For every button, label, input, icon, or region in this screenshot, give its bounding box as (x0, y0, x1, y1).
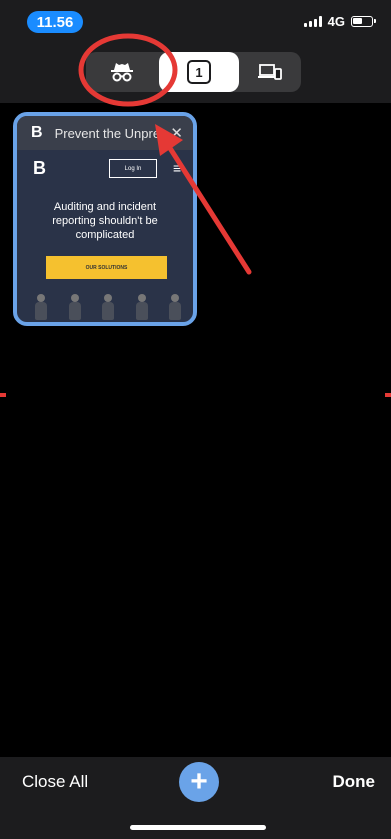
site-login-button: Log In (109, 159, 157, 178)
top-chrome: 11.56 4G 1 (0, 0, 391, 103)
status-indicators: 4G (303, 14, 376, 29)
close-all-button[interactable]: Close All (22, 772, 88, 792)
person-figure (33, 294, 49, 322)
tab-count-badge: 1 (187, 60, 211, 84)
tab-card[interactable]: B Prevent the Unpredictable ✕ B Log In ≡… (13, 112, 197, 326)
battery-icon (351, 16, 376, 27)
tab-switcher-screen: 11.56 4G 1 B Prevent the Unpr ✕ B Log In… (0, 0, 391, 839)
headline-line: complicated (75, 229, 135, 241)
annotation-edge-mark-right (385, 393, 391, 397)
headline-line: reporting shouldn't be (52, 215, 158, 227)
person-figure (134, 294, 150, 322)
battery-fill (353, 18, 362, 24)
page-preview-headline: Auditing and incident reporting shouldn'… (17, 200, 193, 242)
person-figure (100, 294, 116, 322)
site-cta-button: OUR SOLUTIONS (46, 256, 167, 279)
done-button[interactable]: Done (333, 772, 376, 792)
annotation-edge-mark-left (0, 393, 6, 397)
new-tab-button[interactable]: + (179, 762, 219, 802)
bottom-toolbar: Close All + Done (0, 757, 391, 839)
other-devices-button[interactable] (239, 52, 301, 92)
status-time: 11.56 (27, 11, 83, 33)
signal-icon (303, 16, 322, 27)
person-figure (167, 294, 183, 322)
tab-title: Prevent the Unpredictable (54, 125, 159, 141)
incognito-tabs-button[interactable] (86, 52, 158, 92)
hamburger-menu-icon: ≡ (173, 160, 182, 176)
tab-mode-switcher: 1 (86, 52, 301, 92)
tab-card-header: B Prevent the Unpredictable ✕ (17, 116, 193, 150)
close-tab-button[interactable]: ✕ (170, 124, 183, 142)
person-figure (67, 294, 83, 322)
open-tabs-button[interactable]: 1 (159, 52, 239, 92)
page-preview-nav: B Log In ≡ (17, 150, 193, 190)
network-label: 4G (327, 14, 345, 29)
home-indicator[interactable] (130, 825, 266, 830)
site-logo: B (33, 158, 46, 178)
headline-line: Auditing and incident (53, 201, 157, 213)
people-illustration (33, 294, 183, 322)
incognito-icon (111, 63, 133, 82)
devices-icon (258, 64, 282, 80)
tab-favicon: B (31, 124, 43, 141)
